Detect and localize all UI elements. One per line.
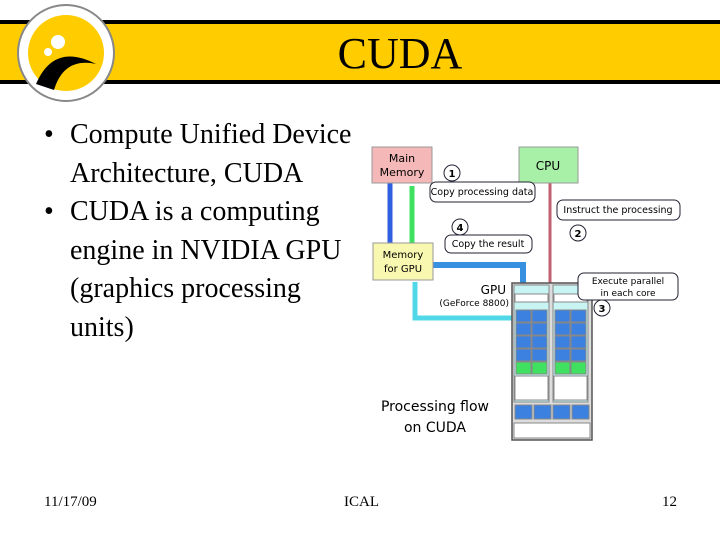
gpu-core (515, 322, 532, 336)
svg-text:in each core: in each core (600, 289, 656, 299)
gpu-core (554, 348, 571, 362)
shared-memory (514, 293, 549, 303)
gpu-core (554, 335, 571, 349)
footer-center: ICAL (344, 494, 379, 510)
footer-date: 11/17/09 (44, 494, 97, 510)
gpu-unit (533, 404, 552, 420)
svg-text:Copy processing data: Copy processing data (431, 187, 534, 198)
gpu-core (515, 309, 532, 323)
diagram-caption: on CUDA (404, 420, 466, 436)
svg-text:for GPU: for GPU (384, 264, 422, 275)
gpu-core (570, 335, 587, 349)
slide: CUDA Compute Unified Device Architecture… (0, 0, 720, 540)
gpu-core (515, 335, 532, 349)
svg-text:3: 3 (599, 304, 606, 315)
gpu-chip (511, 282, 593, 441)
svg-text:Copy the result: Copy the result (452, 239, 525, 250)
svg-text:Instruct the processing: Instruct the processing (563, 205, 672, 216)
cache-block (553, 375, 588, 401)
gpu-unit (571, 404, 590, 420)
gpu-core (554, 361, 571, 375)
gpu-core (531, 361, 548, 375)
gpu-core (531, 309, 548, 323)
gpu-unit (514, 404, 533, 420)
gpu-core (515, 348, 532, 362)
svg-text:Memory: Memory (383, 250, 424, 261)
gpu-core (531, 335, 548, 349)
svg-text:(GeForce 8800): (GeForce 8800) (439, 299, 509, 309)
cuda-flow-diagram: Main Memory CPU Memory for GPU GPU (GeFo… (371, 146, 681, 441)
svg-text:1: 1 (449, 169, 456, 180)
diagram-caption: Processing flow (381, 399, 489, 415)
gpu-core (570, 322, 587, 336)
svg-text:CPU: CPU (536, 159, 560, 173)
gpu-core (570, 361, 587, 375)
svg-text:4: 4 (457, 223, 464, 234)
footer-page-number: 12 (662, 494, 677, 510)
svg-text:Execute parallel: Execute parallel (592, 277, 664, 287)
gpu-unit (552, 404, 571, 420)
gpu-core (570, 348, 587, 362)
gpu-core (515, 361, 532, 375)
gpu-core (570, 309, 587, 323)
svg-text:Memory: Memory (380, 166, 425, 179)
svg-text:Main: Main (389, 152, 415, 165)
svg-text:2: 2 (575, 229, 582, 240)
gpu-core (531, 348, 548, 362)
svg-text:GPU: GPU (481, 283, 506, 297)
gpu-core (554, 309, 571, 323)
gpu-core (531, 322, 548, 336)
cache-block (514, 375, 549, 401)
gpu-core (554, 322, 571, 336)
